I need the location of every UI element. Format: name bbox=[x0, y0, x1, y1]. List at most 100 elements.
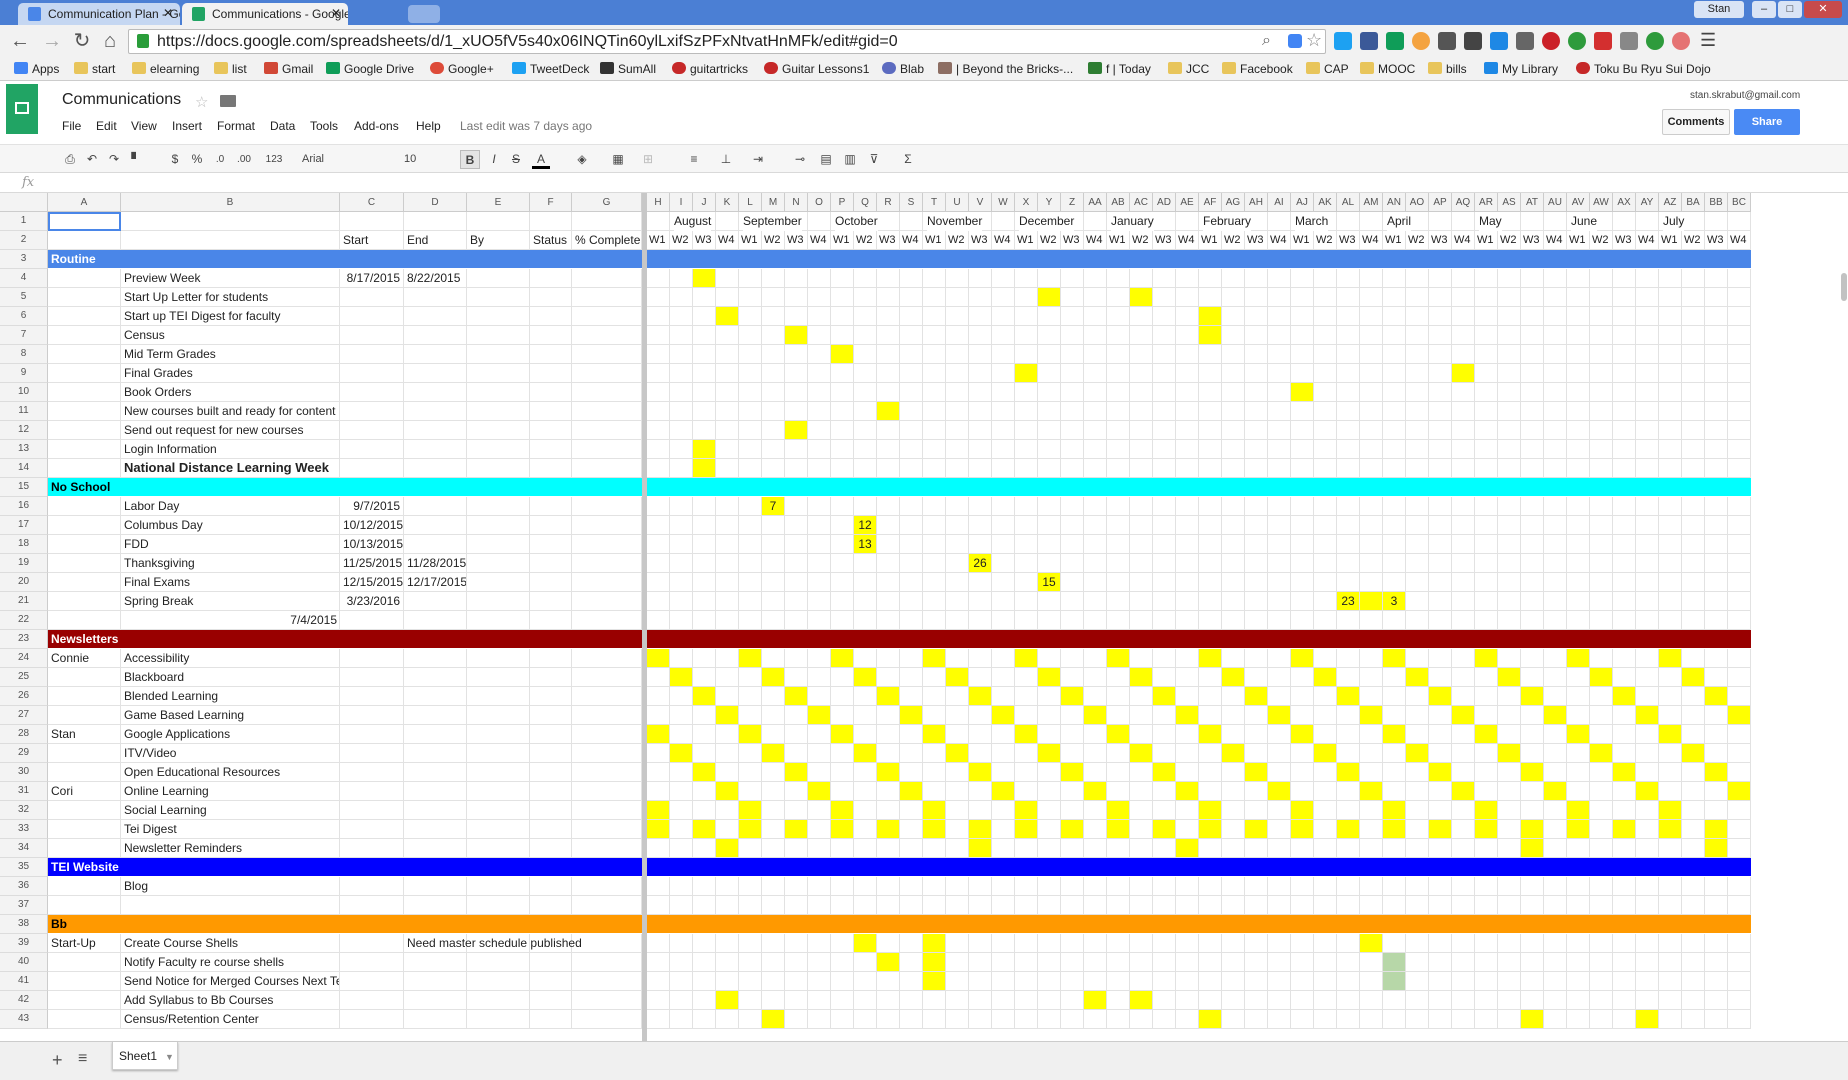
week-cell[interactable] bbox=[877, 706, 900, 725]
highlighted-cell[interactable] bbox=[762, 744, 785, 763]
cell[interactable] bbox=[530, 763, 572, 782]
highlighted-cell[interactable]: 23 bbox=[1337, 592, 1360, 611]
week-cell[interactable] bbox=[1084, 896, 1107, 915]
week-cell[interactable] bbox=[1291, 782, 1314, 801]
week-cell[interactable] bbox=[900, 972, 923, 991]
week-cell[interactable] bbox=[1268, 763, 1291, 782]
week-cell[interactable] bbox=[969, 649, 992, 668]
week-cell[interactable] bbox=[1521, 402, 1544, 421]
cell[interactable] bbox=[467, 459, 530, 478]
week-cell[interactable] bbox=[1498, 516, 1521, 535]
week-cell[interactable] bbox=[785, 269, 808, 288]
week-cell[interactable] bbox=[1682, 763, 1705, 782]
highlighted-cell[interactable] bbox=[1521, 687, 1544, 706]
row-header[interactable]: 41 bbox=[0, 972, 48, 991]
week-cell[interactable] bbox=[785, 782, 808, 801]
week-cell[interactable] bbox=[969, 573, 992, 592]
column-header[interactable]: B bbox=[121, 193, 340, 212]
week-cell[interactable] bbox=[1406, 288, 1429, 307]
week-cell[interactable] bbox=[1544, 687, 1567, 706]
week-cell[interactable] bbox=[1245, 516, 1268, 535]
row-header[interactable]: 39 bbox=[0, 934, 48, 953]
week-cell[interactable] bbox=[854, 877, 877, 896]
week-cell[interactable] bbox=[1176, 896, 1199, 915]
week-cell[interactable] bbox=[946, 364, 969, 383]
cell[interactable] bbox=[530, 725, 572, 744]
cell[interactable] bbox=[48, 497, 121, 516]
cell[interactable] bbox=[404, 744, 467, 763]
week-cell[interactable] bbox=[992, 592, 1015, 611]
cell[interactable] bbox=[530, 877, 572, 896]
week-cell[interactable] bbox=[1314, 516, 1337, 535]
cell[interactable] bbox=[404, 725, 467, 744]
week-cell[interactable] bbox=[877, 877, 900, 896]
week-cell[interactable] bbox=[693, 326, 716, 345]
week-cell[interactable] bbox=[1038, 725, 1061, 744]
highlighted-cell[interactable] bbox=[1107, 649, 1130, 668]
cell[interactable] bbox=[404, 326, 467, 345]
week-cell[interactable] bbox=[808, 402, 831, 421]
week-cell[interactable] bbox=[831, 668, 854, 687]
week-cell[interactable] bbox=[1567, 307, 1590, 326]
week-cell[interactable] bbox=[1245, 725, 1268, 744]
week-cell[interactable] bbox=[1613, 383, 1636, 402]
share-button[interactable]: Share bbox=[1734, 109, 1800, 135]
align-left-icon[interactable]: ≡ bbox=[686, 150, 702, 169]
week-cell[interactable] bbox=[1452, 839, 1475, 858]
cell[interactable] bbox=[530, 668, 572, 687]
week-cell[interactable] bbox=[900, 763, 923, 782]
week-cell[interactable] bbox=[877, 801, 900, 820]
week-cell[interactable] bbox=[716, 326, 739, 345]
week-cell[interactable] bbox=[992, 326, 1015, 345]
week-cell[interactable] bbox=[1291, 459, 1314, 478]
column-header[interactable]: AH bbox=[1245, 193, 1268, 212]
week-cell[interactable] bbox=[1291, 269, 1314, 288]
week-cell[interactable] bbox=[1705, 782, 1728, 801]
cell[interactable]: 11/28/2015 bbox=[404, 554, 467, 573]
week-cell[interactable] bbox=[716, 687, 739, 706]
week-cell[interactable] bbox=[808, 725, 831, 744]
highlighted-cell[interactable] bbox=[1176, 839, 1199, 858]
week-cell[interactable] bbox=[854, 839, 877, 858]
week-cell[interactable] bbox=[1222, 516, 1245, 535]
browser-tab[interactable]: Communication Plan - Goo ✕ bbox=[18, 3, 180, 25]
week-cell[interactable] bbox=[1268, 668, 1291, 687]
week-cell[interactable] bbox=[1705, 953, 1728, 972]
week-cell[interactable] bbox=[1728, 440, 1751, 459]
week-cell[interactable] bbox=[693, 554, 716, 573]
row-header[interactable]: 42 bbox=[0, 991, 48, 1010]
week-cell[interactable] bbox=[1544, 744, 1567, 763]
week-cell[interactable] bbox=[854, 554, 877, 573]
week-cell[interactable] bbox=[693, 516, 716, 535]
week-cell[interactable] bbox=[1314, 326, 1337, 345]
week-cell[interactable] bbox=[1314, 953, 1337, 972]
header-cell[interactable]: Start bbox=[340, 231, 404, 250]
week-cell[interactable] bbox=[1153, 497, 1176, 516]
week-cell[interactable] bbox=[1452, 972, 1475, 991]
header-cell[interactable]: Status bbox=[530, 231, 572, 250]
week-cell[interactable] bbox=[693, 402, 716, 421]
week-cell[interactable] bbox=[1291, 877, 1314, 896]
week-cell[interactable] bbox=[1337, 269, 1360, 288]
increase-decimal-button[interactable]: .00 bbox=[234, 150, 254, 169]
week-cell[interactable] bbox=[1567, 953, 1590, 972]
cell[interactable] bbox=[467, 1010, 530, 1029]
cell[interactable] bbox=[404, 896, 467, 915]
week-cell[interactable] bbox=[1015, 991, 1038, 1010]
row-header[interactable]: 7 bbox=[0, 326, 48, 345]
week-cell[interactable] bbox=[969, 1010, 992, 1029]
cell[interactable] bbox=[467, 345, 530, 364]
week-cell[interactable] bbox=[854, 288, 877, 307]
close-icon[interactable]: ✕ bbox=[331, 6, 341, 20]
week-cell[interactable] bbox=[716, 383, 739, 402]
week-cell[interactable] bbox=[1084, 611, 1107, 630]
week-cell[interactable] bbox=[1360, 402, 1383, 421]
cell[interactable] bbox=[572, 383, 642, 402]
week-cell[interactable] bbox=[1705, 383, 1728, 402]
spreadsheet-grid[interactable]: A B C D E F G H I J K L M N O P Q R S T U V W X Y Z AA AB AC AD AE AF AG… bbox=[0, 193, 1840, 1041]
cell[interactable] bbox=[530, 991, 572, 1010]
highlighted-cell[interactable] bbox=[808, 782, 831, 801]
cell[interactable] bbox=[340, 934, 404, 953]
week-cell[interactable] bbox=[1613, 592, 1636, 611]
week-cell[interactable] bbox=[762, 611, 785, 630]
